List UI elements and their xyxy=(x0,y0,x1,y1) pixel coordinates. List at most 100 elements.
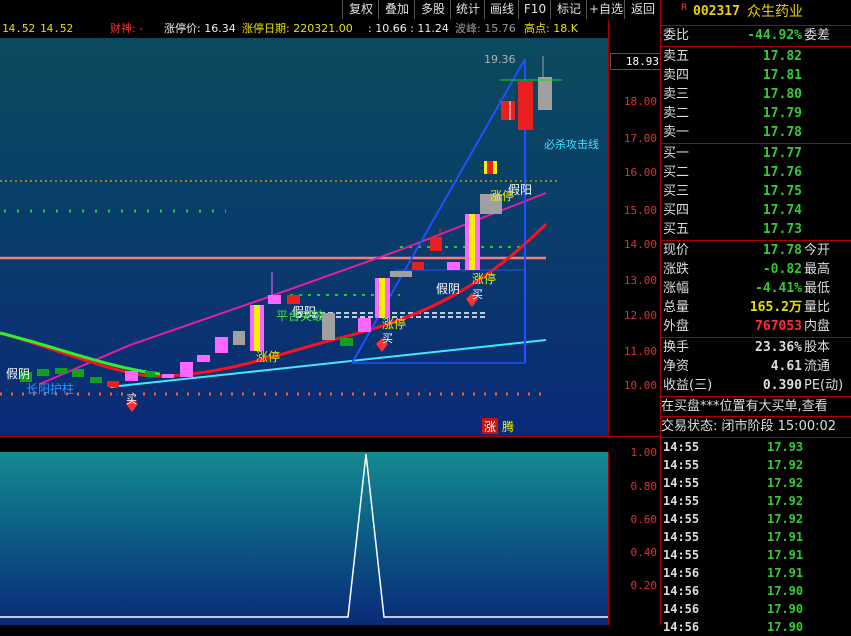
tick-price: 17.91 xyxy=(767,566,804,580)
stat-value: -0.82 xyxy=(762,262,802,277)
stat2-right-label: PE(动) xyxy=(804,378,844,393)
stat-right-label: 量比 xyxy=(804,300,831,315)
tick-row: 14:55 17.92 xyxy=(661,474,851,492)
kline-chart[interactable]: 19.36 必杀攻击线 假阴 假阳 假阴 假阳 涨停 涨停 涨停 涨停 买 买 … xyxy=(0,38,608,436)
f10-button[interactable]: F10 xyxy=(518,0,551,19)
pingtai-label: 平台突破 xyxy=(276,308,324,323)
sub-tick-04: 0.40 xyxy=(630,546,658,559)
ask-label: 卖五 xyxy=(663,49,690,64)
tick-time: 14:55 xyxy=(663,440,700,454)
tick-row: 14:56 17.90 xyxy=(661,582,851,600)
stat2-row: 收益(三) 0.390 PE(动) xyxy=(661,376,851,395)
tick-row: 14:56 17.91 xyxy=(661,564,851,582)
ask-row-1: 卖一 17.78 xyxy=(661,123,851,142)
stock-name: 众生药业 xyxy=(747,4,803,20)
bid-label: 买五 xyxy=(663,222,690,237)
zhangting-label-1: 涨停 xyxy=(256,349,280,364)
jiayang-label-1: 假阴 xyxy=(6,367,30,381)
stat-right-label: 最高 xyxy=(804,262,831,277)
indicator-chart[interactable] xyxy=(0,452,608,625)
tick-row: 14:55 17.93 xyxy=(661,438,851,456)
buy-label-3: 买 xyxy=(472,288,483,301)
tick-price: 17.91 xyxy=(767,530,804,544)
ask-label: 卖四 xyxy=(663,68,690,83)
zhangting-label-4: 涨停 xyxy=(490,188,514,203)
caishen-label: 财神: - xyxy=(110,22,144,35)
bid-row-1: 买一 17.77 xyxy=(661,144,851,163)
stat2-value: 4.61 xyxy=(770,359,802,374)
back-button[interactable]: 返回 xyxy=(624,0,661,19)
stock-header: R 002317 众生药业 xyxy=(661,1,851,23)
weibi-row: 委比 -44.92% 委差 xyxy=(661,26,851,45)
price-tick-14: 14.00 xyxy=(623,238,657,251)
ask-price: 17.82 xyxy=(762,49,802,64)
zhangting-label-3: 涨停 xyxy=(472,271,496,286)
bid-price: 17.77 xyxy=(762,146,802,161)
tick-price: 17.92 xyxy=(767,494,804,508)
bid-row-2: 买二 17.76 xyxy=(661,163,851,182)
bid-price: 17.74 xyxy=(762,203,802,218)
bid-row-5: 买五 17.73 xyxy=(661,220,851,239)
bid-row-3: 买三 17.75 xyxy=(661,182,851,201)
pane-separator[interactable] xyxy=(0,436,660,453)
candles xyxy=(20,56,552,387)
bid-label: 买三 xyxy=(663,184,690,199)
stock-code: 002317 xyxy=(693,4,740,19)
stat2-row: 净资 4.61 流通 xyxy=(661,357,851,376)
draw-line-button[interactable]: 画线 xyxy=(484,0,519,19)
tick-price: 17.90 xyxy=(767,620,804,634)
restore-right-button[interactable]: 复权 xyxy=(342,0,379,19)
tick-time: 14:55 xyxy=(663,512,700,526)
price-tick-11: 11.00 xyxy=(623,345,657,358)
big-order-notice[interactable]: 在买盘***位置有大买单,查看 xyxy=(661,397,851,416)
bid-label: 买二 xyxy=(663,165,690,180)
statistics-button[interactable]: 统计 xyxy=(450,0,485,19)
bid-label: 买一 xyxy=(663,146,690,161)
stat2-right-label: 流通 xyxy=(804,359,831,374)
stat-row: 总量 165.2万 量比 xyxy=(661,298,851,317)
sub-tick-06: 0.60 xyxy=(630,513,658,526)
ask-label: 卖二 xyxy=(663,106,690,121)
info-value-1: 14.52 xyxy=(2,22,36,35)
stat-row: 涨跌 -0.82 最高 xyxy=(661,260,851,279)
overlay-button[interactable]: 叠加 xyxy=(378,0,415,19)
mark-button[interactable]: 标记 xyxy=(550,0,587,19)
tick-row: 14:55 17.92 xyxy=(661,456,851,474)
bid-label: 买四 xyxy=(663,203,690,218)
price-axis: 18.93 18.00 17.00 16.00 15.00 14.00 13.0… xyxy=(608,20,662,436)
weibi-label: 委比 xyxy=(663,28,690,43)
sub-tick-08: 0.80 xyxy=(630,480,658,493)
indicator-svg xyxy=(0,453,608,618)
toolbar: 复权 叠加 多股 统计 画线 F10 标记 +自选 返回 xyxy=(0,0,661,20)
bid-price: 17.76 xyxy=(762,165,802,180)
stat2-row: 换手 23.36% 股本 xyxy=(661,338,851,357)
stat-label: 总量 xyxy=(663,300,690,315)
info-value-2: 14.52 xyxy=(40,22,74,35)
stat-right-label: 内盘 xyxy=(804,319,831,334)
ask-price: 17.79 xyxy=(762,106,802,121)
tick-time: 14:56 xyxy=(663,584,700,598)
ask-row-2: 卖二 17.79 xyxy=(661,104,851,123)
stat-value: -4.41% xyxy=(755,281,802,296)
indicator-info-bar: 14.52 14.52 财神: - 涨停价: 16.34 涨停日期: 22032… xyxy=(0,20,608,38)
stat2-right-label: 股本 xyxy=(804,340,831,355)
tick-time: 14:56 xyxy=(663,602,700,616)
weibi-value: -44.92% xyxy=(747,28,802,43)
limit-date-label: 涨停日期: 220321.00 xyxy=(242,22,353,35)
indicator-line xyxy=(0,453,608,618)
limit-price-label: 涨停价: 16.34 xyxy=(164,22,236,35)
tick-price: 17.93 xyxy=(767,440,804,454)
add-favorite-button[interactable]: +自选 xyxy=(586,0,625,19)
multi-stock-button[interactable]: 多股 xyxy=(414,0,451,19)
trade-status: 交易状态: 闭市阶段 15:00:02 xyxy=(661,419,837,434)
price-tick-10: 10.00 xyxy=(623,379,657,392)
wave-peak-label: 波峰: 15.76 xyxy=(455,22,516,35)
price-tick-13: 13.00 xyxy=(623,274,657,287)
quote-panel: R 002317 众生药业 委比 -44.92% 委差 卖五 17.82 卖四 17… xyxy=(660,0,851,634)
tick-row: 14:55 17.92 xyxy=(661,492,851,510)
jiayang-label-3: 假阴 xyxy=(436,282,460,296)
stat-value: 767053 xyxy=(755,319,802,334)
stat-row: 涨幅 -4.41% 最低 xyxy=(661,279,851,298)
teng-badge: 腾 xyxy=(502,419,514,434)
indicator-axis: 1.00 0.80 0.60 0.40 0.20 xyxy=(608,446,661,625)
